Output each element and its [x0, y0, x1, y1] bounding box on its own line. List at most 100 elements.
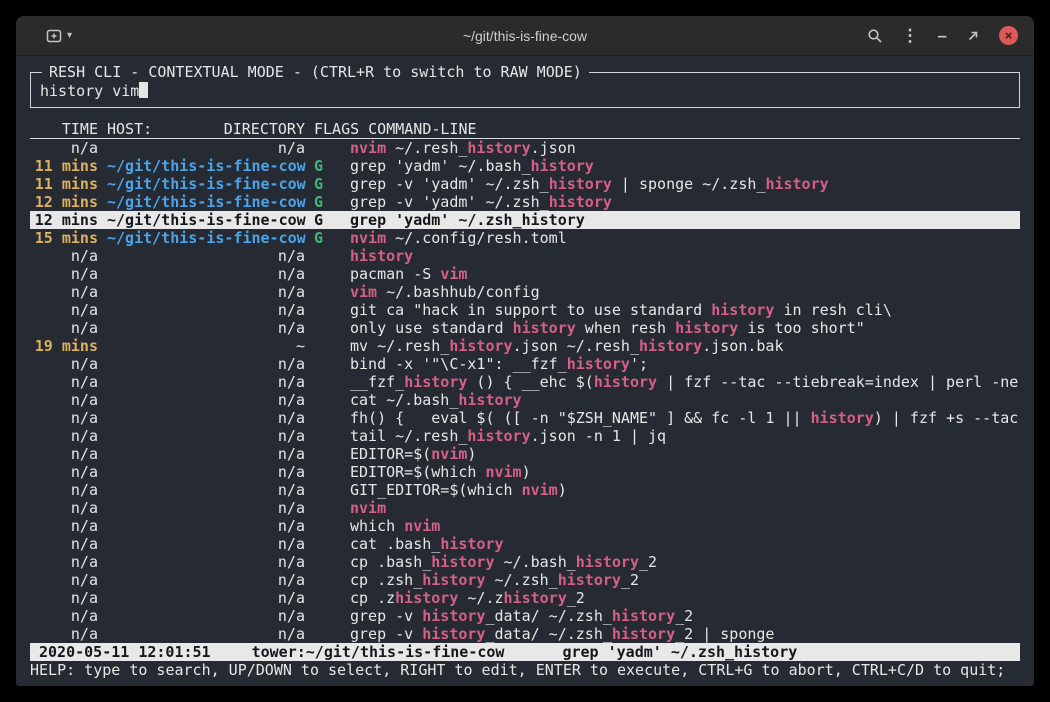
search-query-text: history vim: [40, 82, 139, 100]
flags-cell: G: [314, 157, 341, 175]
command-cell: grep -v 'yadm' ~/.zsh_history | sponge ~…: [350, 175, 1020, 193]
flags-cell: [314, 427, 341, 445]
history-row[interactable]: n/a n/a fh() { eval $( ([ -n "$ZSH_NAME" ]…: [30, 409, 1020, 427]
minimize-button[interactable]: –: [938, 27, 947, 44]
resh-mode-title: RESH CLI - CONTEXTUAL MODE - (CTRL+R to …: [42, 63, 589, 81]
host-directory-cell: n/a: [107, 571, 305, 589]
host-directory-cell: n/a: [107, 301, 305, 319]
history-row[interactable]: n/an/anvim: [30, 499, 1020, 517]
host-directory-cell: ~: [107, 337, 305, 355]
command-cell: git ca "hack in support to use standard …: [350, 301, 1020, 319]
history-row[interactable]: n/an/aEDITOR=$(which nvim): [30, 463, 1020, 481]
flags-cell: [314, 139, 341, 157]
history-list: n/an/anvim ~/.resh_history.json11 mins~/…: [30, 139, 1020, 643]
flags-cell: [314, 499, 341, 517]
time-cell: n/a: [30, 445, 98, 463]
terminal-screen: RESH CLI - CONTEXTUAL MODE - (CTRL+R to …: [16, 56, 1034, 686]
history-row[interactable]: 15 mins~/git/this-is-fine-cowGnvim ~/.co…: [30, 229, 1020, 247]
history-row[interactable]: n/an/acp .zhistory ~/.zhistory_2: [30, 589, 1020, 607]
flags-cell: [314, 517, 341, 535]
restore-button[interactable]: [966, 29, 980, 43]
command-cell: grep -v history_data/ ~/.zsh_history_2 |…: [350, 625, 1020, 643]
flags-cell: G: [314, 211, 341, 229]
host-directory-cell: n/a: [107, 517, 305, 535]
new-tab-icon: [46, 28, 62, 44]
host-directory-cell: n/a: [107, 409, 305, 427]
flags-cell: [314, 607, 341, 625]
history-row[interactable]: n/a n/a git ca "hack in support to use sta…: [30, 301, 1020, 319]
history-row[interactable]: 19 mins~mv ~/.resh_history.json ~/.resh_…: [30, 337, 1020, 355]
close-button[interactable]: ×: [999, 26, 1018, 45]
menu-button[interactable]: ⋮: [902, 27, 919, 44]
status-bar: 2020-05-11 12:01:51 tower:~/git/this-is-…: [30, 643, 1020, 661]
history-row[interactable]: n/an/acat ~/.bash_history: [30, 391, 1020, 409]
history-row[interactable]: 12 mins~/git/this-is-fine-cowGgrep -v 'y…: [30, 193, 1020, 211]
time-cell: 19 mins: [30, 337, 98, 355]
history-row[interactable]: 11 mins~/git/this-is-fine-cowGgrep -v 'y…: [30, 175, 1020, 193]
host-directory-cell: n/a: [107, 427, 305, 445]
flags-cell: [314, 373, 341, 391]
history-row[interactable]: 12 mins~/git/this-is-fine-cowGgrep 'yadm…: [30, 211, 1020, 229]
command-cell: cat ~/.bash_history: [350, 391, 1020, 409]
flags-cell: G: [314, 193, 341, 211]
host-directory-cell: n/a: [107, 139, 305, 157]
minimize-icon: –: [938, 27, 947, 44]
command-cell: history: [350, 247, 1020, 265]
history-row[interactable]: n/an/ahistory: [30, 247, 1020, 265]
command-cell: grep -v 'yadm' ~/.zsh_history: [350, 193, 1020, 211]
time-cell: n/a: [30, 607, 98, 625]
time-cell: n/a: [30, 247, 98, 265]
status-command: grep 'yadm' ~/.zsh_history: [562, 643, 797, 661]
header-host: HOST:: [107, 120, 152, 138]
time-cell: 12 mins: [30, 193, 98, 211]
text-cursor: [139, 82, 148, 98]
status-host-directory: tower:~/git/this-is-fine-cow: [252, 643, 505, 661]
command-cell: nvim ~/.config/resh.toml: [350, 229, 1020, 247]
history-row[interactable]: n/an/a__fzf_history () { __ehc $(history…: [30, 373, 1020, 391]
command-cell: fh() { eval $( ([ -n "$ZSH_NAME" ] && fc…: [350, 409, 1020, 427]
history-row[interactable]: n/an/anvim ~/.resh_history.json: [30, 139, 1020, 157]
time-cell: n/a: [30, 409, 98, 427]
command-cell: cp .bash_history ~/.bash_history_2: [350, 553, 1020, 571]
new-tab-button[interactable]: [46, 28, 62, 44]
history-row[interactable]: n/an/awhich nvim: [30, 517, 1020, 535]
time-cell: n/a: [30, 463, 98, 481]
host-directory-cell: ~/git/this-is-fine-cow: [107, 211, 305, 229]
new-tab-dropdown-caret-icon[interactable]: ▾: [67, 31, 72, 41]
host-directory-cell: n/a: [107, 625, 305, 643]
command-cell: bind -x '"\C-x1": __fzf_history';: [350, 355, 1020, 373]
flags-cell: [314, 589, 341, 607]
host-directory-cell: n/a: [107, 553, 305, 571]
time-cell: n/a: [30, 391, 98, 409]
history-row[interactable]: n/an/acp .zsh_history ~/.zsh_history_2: [30, 571, 1020, 589]
header-time: TIME: [30, 120, 98, 138]
flags-cell: [314, 571, 341, 589]
search-icon: [867, 28, 883, 44]
table-header: TIME HOST:DIRECTORY FLAGS COMMAND-LINE: [30, 120, 1020, 139]
history-row[interactable]: n/a n/a grep -v history_data/ ~/.zsh_histo…: [30, 607, 1020, 625]
search-input[interactable]: history vim: [40, 82, 1010, 100]
history-row[interactable]: n/an/aGIT_EDITOR=$(which nvim): [30, 481, 1020, 499]
history-row[interactable]: n/an/aonly use standard history when res…: [30, 319, 1020, 337]
history-row[interactable]: 11 mins~/git/this-is-fine-cowGgrep 'yadm…: [30, 157, 1020, 175]
host-directory-cell: n/a: [107, 607, 305, 625]
time-cell: n/a: [30, 355, 98, 373]
search-button[interactable]: [867, 28, 883, 44]
time-cell: n/a: [30, 301, 98, 319]
host-directory-cell: n/a: [107, 283, 305, 301]
command-cell: grep -v history_data/ ~/.zsh_history_2: [350, 607, 1020, 625]
history-row[interactable]: n/an/atail ~/.resh_history.json -n 1 | j…: [30, 427, 1020, 445]
command-cell: only use standard history when resh hist…: [350, 319, 1020, 337]
history-row[interactable]: n/an/acat .bash_history: [30, 535, 1020, 553]
time-cell: 15 mins: [30, 229, 98, 247]
host-directory-cell: n/a: [107, 463, 305, 481]
history-row[interactable]: n/an/avim ~/.bashhub/config: [30, 283, 1020, 301]
history-row[interactable]: n/an/aEDITOR=$(nvim): [30, 445, 1020, 463]
history-row[interactable]: n/an/abind -x '"\C-x1": __fzf_history';: [30, 355, 1020, 373]
history-row[interactable]: n/an/agrep -v history_data/ ~/.zsh_histo…: [30, 625, 1020, 643]
history-row[interactable]: n/an/acp .bash_history ~/.bash_history_2: [30, 553, 1020, 571]
history-row[interactable]: n/an/apacman -S vim: [30, 265, 1020, 283]
header-command: COMMAND-LINE: [368, 120, 476, 138]
flags-cell: [314, 553, 341, 571]
flags-cell: [314, 445, 341, 463]
